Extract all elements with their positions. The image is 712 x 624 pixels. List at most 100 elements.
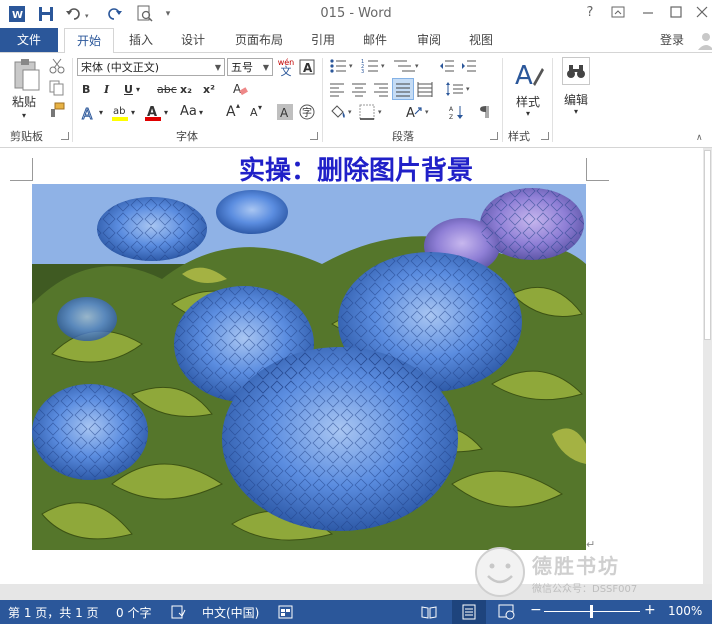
svg-text:字: 字 [302, 106, 312, 119]
editing-button[interactable]: 编辑 [564, 91, 588, 108]
font-name-value: 宋体 (中文正文) [81, 61, 160, 74]
ribbon: 粘贴 ▾ 剪贴板 宋体 (中文正文) ▼ 五号 ▼ wén 文 A B I U ▾ … [0, 53, 712, 148]
grow-font-button[interactable]: A [226, 104, 236, 120]
zoom-level[interactable]: 100% [668, 604, 702, 618]
help-button[interactable]: ? [580, 5, 600, 23]
tab-review[interactable]: 审阅 [410, 28, 448, 52]
line-spacing-icon[interactable]: ▾ [444, 80, 474, 98]
phonetic-char: 文 [280, 65, 292, 78]
text-effects-icon[interactable]: A [80, 104, 98, 122]
styles-icon[interactable]: A [512, 57, 546, 91]
shrink-font-button[interactable]: A [250, 106, 258, 119]
proofing-icon[interactable] [170, 604, 186, 620]
sort-icon[interactable]: AZ [448, 103, 466, 121]
binoculars-icon[interactable] [562, 57, 590, 85]
language-status[interactable]: 中文(中国) [202, 604, 259, 621]
paste-icon[interactable] [10, 58, 42, 92]
distributed-icon[interactable] [416, 80, 434, 98]
strikethrough-button[interactable]: abc [157, 83, 177, 96]
print-layout-icon[interactable] [452, 600, 486, 624]
shading-icon[interactable]: ▾ [328, 103, 356, 121]
italic-button[interactable]: I [104, 83, 109, 96]
tab-mailings[interactable]: 邮件 [356, 28, 394, 52]
multilevel-list-icon[interactable]: ▾ [392, 57, 422, 75]
highlight-dropdown-icon[interactable]: ▾ [131, 108, 135, 117]
paste-dropdown-icon[interactable]: ▾ [22, 111, 26, 120]
align-left-icon[interactable] [328, 80, 346, 98]
text-effects-dropdown-icon[interactable]: ▾ [99, 108, 103, 117]
web-layout-icon[interactable] [498, 603, 516, 621]
copy-icon[interactable] [48, 79, 66, 97]
styles-launcher-icon[interactable] [541, 132, 549, 140]
cut-icon[interactable] [48, 57, 66, 75]
group-separator [72, 58, 73, 142]
bold-button[interactable]: B [82, 83, 90, 96]
collapse-ribbon-icon[interactable]: ∧ [696, 133, 703, 143]
styles-button[interactable]: 样式 [516, 93, 540, 110]
zoom-slider-thumb[interactable] [590, 605, 593, 618]
svg-text:▾: ▾ [378, 108, 382, 116]
page-count-status[interactable]: 第 1 页，共 1 页 [8, 604, 99, 621]
tab-view[interactable]: 视图 [462, 28, 500, 52]
hydrangea-image[interactable] [32, 184, 586, 550]
enclose-characters-icon[interactable]: 字 [298, 103, 316, 121]
clipboard-launcher-icon[interactable] [61, 132, 69, 140]
sign-in-link[interactable]: 登录 [660, 28, 684, 52]
maximize-icon[interactable] [666, 5, 686, 23]
chinese-layout-icon[interactable]: A ▾ [404, 103, 434, 121]
font-name-combo[interactable]: 宋体 (中文正文) ▼ [77, 58, 225, 76]
align-right-icon[interactable] [372, 80, 390, 98]
phonetic-guide-button[interactable]: wén 文 [276, 55, 296, 79]
highlight-color-icon[interactable]: ab [110, 102, 130, 122]
font-size-combo[interactable]: 五号 ▼ [227, 58, 273, 76]
clipboard-group-label: 剪贴板 [10, 130, 43, 143]
editing-dropdown-icon[interactable]: ▾ [574, 107, 578, 116]
font-launcher-icon[interactable] [310, 132, 318, 140]
borders-icon[interactable]: ▾ [358, 103, 386, 121]
character-border-icon[interactable]: A [298, 58, 316, 76]
grow-font-arrow-icon: ▴ [236, 101, 241, 110]
bullets-icon[interactable]: ▾ [328, 57, 356, 75]
tab-insert[interactable]: 插入 [122, 28, 160, 52]
paragraph-launcher-icon[interactable] [490, 132, 498, 140]
styles-dropdown-icon[interactable]: ▾ [526, 109, 530, 118]
read-mode-icon[interactable] [420, 603, 438, 621]
word-count-status[interactable]: 0 个字 [116, 604, 151, 621]
show-formatting-marks-icon[interactable] [474, 103, 492, 121]
document-heading[interactable]: 实操：删除图片背景 [0, 150, 712, 187]
tab-home[interactable]: 开始 [64, 28, 114, 54]
increase-indent-icon[interactable] [460, 57, 478, 75]
chevron-down-icon: ▼ [214, 63, 221, 72]
superscript-button[interactable]: x² [203, 83, 215, 96]
paste-label[interactable]: 粘贴 [12, 93, 36, 110]
format-painter-icon[interactable] [48, 101, 66, 119]
macro-recording-icon[interactable] [278, 604, 294, 620]
align-center-icon[interactable] [350, 80, 368, 98]
subscript-button[interactable]: x₂ [180, 83, 192, 96]
svg-text:▾: ▾ [415, 62, 419, 70]
zoom-out-icon[interactable]: − [530, 602, 542, 618]
group-separator [552, 58, 553, 142]
numbering-icon[interactable]: 1 2 3 ▾ [360, 57, 388, 75]
svg-text:A: A [82, 105, 93, 121]
underline-dropdown-icon[interactable]: ▾ [136, 85, 140, 94]
tab-references[interactable]: 引用 [304, 28, 342, 52]
close-icon[interactable] [692, 5, 712, 23]
justify-icon[interactable] [392, 78, 414, 100]
underline-button[interactable]: U [124, 83, 133, 96]
change-case-dropdown-icon[interactable]: ▾ [199, 108, 203, 117]
decrease-indent-icon[interactable] [438, 57, 456, 75]
minimize-icon[interactable] [638, 5, 658, 23]
ribbon-display-options-icon[interactable] [608, 5, 628, 23]
tab-file[interactable]: 文件 [0, 28, 58, 52]
tab-page-layout[interactable]: 页面布局 [228, 28, 290, 52]
tab-design[interactable]: 设计 [174, 28, 212, 52]
character-shading-icon[interactable]: A [276, 103, 294, 121]
zoom-in-icon[interactable]: + [644, 602, 656, 618]
font-color-icon[interactable]: A [143, 102, 163, 122]
clear-formatting-icon[interactable]: A [231, 80, 249, 98]
change-case-button[interactable]: Aa [180, 104, 197, 119]
font-color-dropdown-icon[interactable]: ▾ [164, 108, 168, 117]
account-avatar[interactable] [696, 30, 712, 50]
group-separator [322, 58, 323, 142]
